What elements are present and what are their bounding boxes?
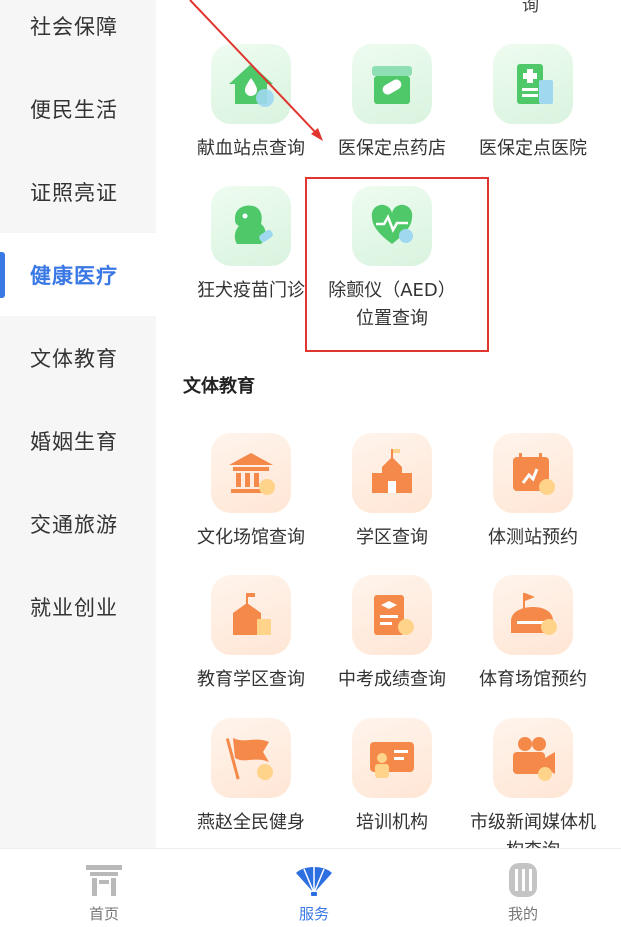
sidebar-item-daily-life[interactable]: 便民生活 [0,67,156,150]
education-district-icon [211,575,291,655]
tile-blood-station[interactable]: 献血站点查询 [180,44,322,163]
museum-icon [211,433,291,513]
tab-label: 我的 [507,905,538,923]
tile-label: 学区查询 [356,527,428,548]
sidebar-item-label: 便民生活 [30,97,118,122]
tile-label: 除颤仪（AED）位置查询 [328,280,456,329]
flag-icon [211,718,291,798]
tile-fitness-test[interactable]: 体测站预约 [462,433,604,552]
tile-aed[interactable]: 除颤仪（AED）位置查询 [321,186,463,333]
tab-label: 服务 [298,905,329,923]
training-icon [352,718,432,798]
section-title-culture: 文体教育 [183,376,255,397]
category-sidebar: 社会保障 便民生活 证照亮证 健康医疗 文体教育 婚姻生育 交通旅游 就业创业 [0,0,156,848]
cut-off-label: 询 [522,0,539,16]
exam-score-icon [352,575,432,655]
sidebar-item-label: 健康医疗 [30,263,118,288]
tile-exam-score[interactable]: 中考成绩查询 [321,575,463,694]
tile-label: 燕赵全民健身 [197,812,305,833]
tile-label: 体育场馆预约 [479,669,587,690]
sidebar-item-label: 证照亮证 [30,180,118,205]
tile-culture-venue[interactable]: 文化场馆查询 [180,433,322,552]
tile-label: 文化场馆查询 [197,527,305,548]
hospital-icon [493,44,573,124]
tab-service[interactable]: 服务 [254,859,374,924]
tile-fitness-for-all[interactable]: 燕赵全民健身 [180,718,322,837]
tile-pharmacy[interactable]: 医保定点药店 [321,44,463,163]
service-fan-icon [292,859,336,899]
sidebar-item-label: 婚姻生育 [30,429,118,454]
pharmacy-icon [352,44,432,124]
stadium-icon [493,575,573,655]
tile-label: 献血站点查询 [197,138,305,159]
sidebar-item-health[interactable]: 健康医疗 [0,233,156,316]
tile-media-agency[interactable]: 市级新闻媒体机构查询 [462,718,604,865]
tile-label: 中考成绩查询 [338,669,446,690]
sidebar-item-label: 就业创业 [30,595,118,620]
tab-label: 首页 [88,905,119,923]
sidebar-item-label: 社会保障 [30,14,118,39]
school-icon [352,433,432,513]
tile-label: 医保定点医院 [479,138,587,159]
tile-education-district[interactable]: 教育学区查询 [180,575,322,694]
active-indicator [0,252,5,298]
sidebar-item-marriage-birth[interactable]: 婚姻生育 [0,399,156,482]
tile-label: 培训机构 [356,812,428,833]
sidebar-item-employment[interactable]: 就业创业 [0,565,156,648]
fitness-test-icon [493,433,573,513]
tile-dog-vaccine[interactable]: 狂犬疫苗门诊 [180,186,322,305]
tile-label: 体测站预约 [488,527,578,548]
tile-label: 教育学区查询 [197,669,305,690]
sidebar-item-certificates[interactable]: 证照亮证 [0,150,156,233]
tile-label: 狂犬疫苗门诊 [197,280,305,301]
sidebar-item-culture-education[interactable]: 文体教育 [0,316,156,399]
tab-home[interactable]: 首页 [44,859,164,924]
sidebar-item-label: 交通旅游 [30,512,118,537]
profile-icon [501,859,545,899]
home-gate-icon [82,859,126,899]
tile-stadium[interactable]: 体育场馆预约 [462,575,604,694]
blood-station-icon [211,44,291,124]
sidebar-item-label: 文体教育 [30,346,118,371]
dog-vaccine-icon [211,186,291,266]
media-camera-icon [493,718,573,798]
sidebar-item-transport-travel[interactable]: 交通旅游 [0,482,156,565]
aed-heart-icon [352,186,432,266]
tab-profile[interactable]: 我的 [463,859,583,924]
tile-label: 医保定点药店 [338,138,446,159]
sidebar-item-social-security[interactable]: 社会保障 [0,0,156,67]
tile-training[interactable]: 培训机构 [321,718,463,837]
tile-school-district[interactable]: 学区查询 [321,433,463,552]
tile-hospital[interactable]: 医保定点医院 [462,44,604,163]
bottom-tab-bar: 首页 服务 我的 [0,848,621,927]
